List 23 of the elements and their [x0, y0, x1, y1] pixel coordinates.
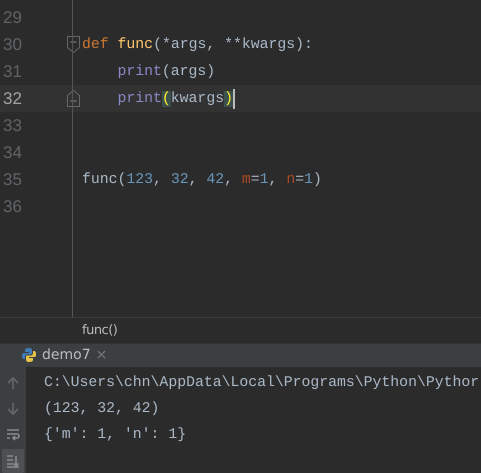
code-line: print(kwargs)	[116, 88, 235, 110]
arrow-up-icon[interactable]	[7, 376, 19, 390]
line-number: 30	[2, 34, 23, 54]
code-line: print(args)	[116, 62, 216, 82]
console-output-line: C:\Users\chn\AppData\Local\Programs\Python\Pythor	[44, 375, 480, 393]
line-number: 34	[2, 142, 23, 162]
line-number: 32	[2, 88, 23, 108]
code-line: func(123, 32, 42, m=1, n=1)	[82, 170, 322, 190]
line-number: 31	[2, 62, 23, 82]
line-number: 35	[2, 170, 23, 190]
line-number: 29	[2, 8, 23, 28]
fold-icon[interactable]	[67, 90, 80, 107]
scroll-to-end-icon[interactable]	[6, 454, 20, 468]
python-icon	[21, 347, 37, 364]
fold-icon[interactable]	[67, 36, 80, 53]
code-line: def func(*args, **kwargs):	[82, 36, 313, 54]
breadcrumb[interactable]: func()	[82, 322, 118, 338]
arrow-down-icon[interactable]	[7, 402, 19, 416]
console-output-line: {'m': 1, 'n': 1}	[44, 427, 188, 445]
line-number: 33	[2, 116, 23, 136]
console-output-line: (123, 32, 42)	[44, 401, 160, 419]
line-number: 36	[2, 196, 23, 216]
soft-wrap-icon[interactable]	[6, 428, 20, 442]
